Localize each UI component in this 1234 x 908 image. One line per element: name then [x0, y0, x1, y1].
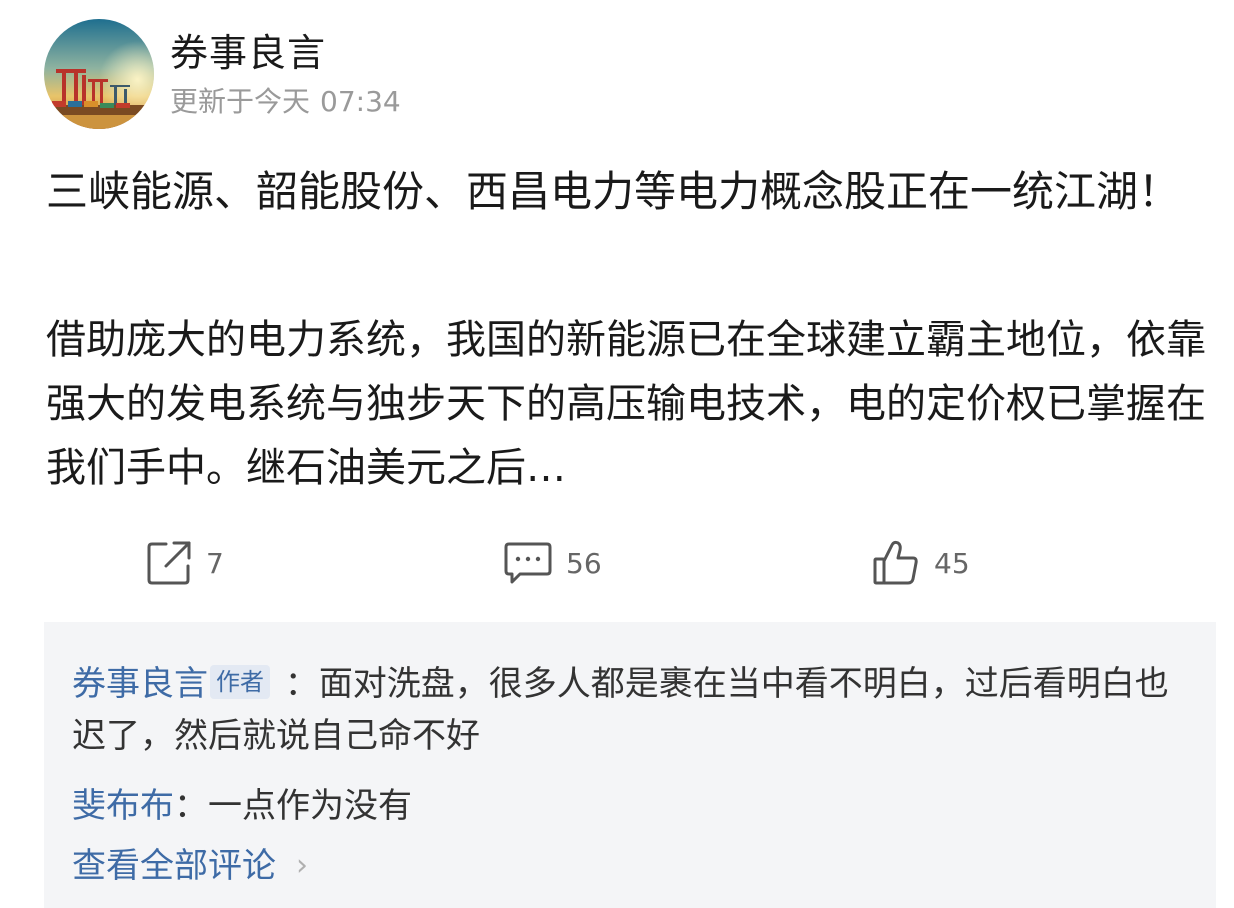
view-all-comments-link[interactable]: 查看全部评论 › — [72, 840, 308, 892]
share-count: 7 — [206, 546, 224, 580]
like-count: 45 — [934, 546, 970, 580]
share-button[interactable]: 7 — [146, 538, 224, 588]
update-time: 07:34 — [320, 85, 401, 118]
like-button[interactable]: 45 — [872, 538, 970, 588]
update-label: 更新于今天 — [170, 85, 311, 118]
commenter-name[interactable]: 斐布布 — [72, 786, 174, 826]
comment-item[interactable]: 斐布布：一点作为没有 — [72, 780, 1182, 832]
comment-item[interactable]: 券事良言 作者 ：面对洗盘，很多人都是裹在当中看不明白，过后看明白也迟了，然后就说… — [72, 658, 1182, 762]
author-name[interactable]: 券事良言 — [170, 29, 401, 77]
comment-separator: ： — [274, 664, 319, 704]
post-title[interactable]: 三峡能源、韶能股份、西昌电力等电力概念股正在一统江湖！ — [46, 160, 1206, 224]
chevron-right-icon: › — [296, 848, 308, 883]
author-badge: 作者 — [210, 665, 270, 699]
update-info: 更新于今天 07:34 — [170, 85, 401, 119]
avatar-image — [44, 19, 154, 129]
comment-separator: ： — [174, 786, 208, 826]
thumbs-up-icon — [872, 539, 920, 587]
author-block: 券事良言 更新于今天 07:34 — [170, 29, 401, 119]
comment-count: 56 — [566, 546, 602, 580]
post-header: 券事良言 更新于今天 07:34 — [44, 18, 401, 130]
share-icon — [146, 540, 192, 586]
comment-icon — [504, 541, 552, 585]
comments-preview: 券事良言 作者 ：面对洗盘，很多人都是裹在当中看不明白，过后看明白也迟了，然后就说… — [44, 622, 1216, 908]
post-body[interactable]: 借助庞大的电力系统，我国的新能源已在全球建立霸主地位，依靠强大的发电系统与独步天… — [46, 308, 1206, 500]
commenter-name[interactable]: 券事良言 — [72, 664, 208, 704]
view-all-label: 查看全部评论 — [72, 846, 276, 886]
avatar[interactable] — [44, 19, 154, 129]
comment-text: 一点作为没有 — [208, 786, 412, 826]
comment-button[interactable]: 56 — [504, 538, 602, 588]
